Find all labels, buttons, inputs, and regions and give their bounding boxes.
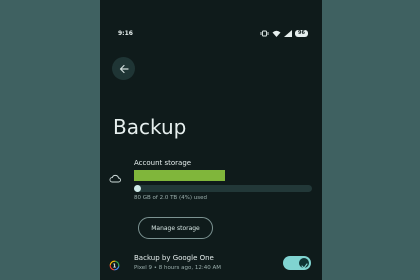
backup-google-one-subtitle: Pixel 9 • 8 hours ago, 12:40 AM: [134, 265, 221, 271]
svg-text:1: 1: [113, 263, 117, 269]
toggle-thumb: [299, 258, 309, 269]
google-one-icon: 1: [109, 256, 120, 275]
wifi-icon: [272, 30, 281, 37]
vibrate-icon: [260, 30, 269, 37]
account-storage-label: Account storage: [134, 159, 192, 167]
back-button[interactable]: [112, 57, 135, 80]
signal-icon: [284, 30, 292, 37]
phone-screen: 9:16 96 Backup Account storage 80 GB of …: [100, 0, 322, 280]
status-bar: [100, 0, 322, 22]
backup-google-one-title: Backup by Google One: [134, 254, 214, 262]
backup-toggle[interactable]: [283, 256, 311, 270]
storage-usage-text: 80 GB of 2.0 TB (4%) used: [134, 195, 207, 201]
status-time: 9:16: [118, 30, 133, 37]
storage-usage-bar: [134, 185, 312, 192]
battery-indicator: 96: [295, 30, 308, 37]
status-icons: 96: [260, 29, 308, 38]
cloud-icon: [109, 168, 121, 187]
check-icon: [300, 254, 308, 273]
storage-usage-fill: [134, 185, 142, 192]
highlight-bar: [134, 170, 225, 181]
manage-storage-button[interactable]: Manage storage: [138, 217, 213, 239]
page-title: Backup: [113, 115, 187, 139]
arrow-left-icon: [119, 59, 129, 78]
